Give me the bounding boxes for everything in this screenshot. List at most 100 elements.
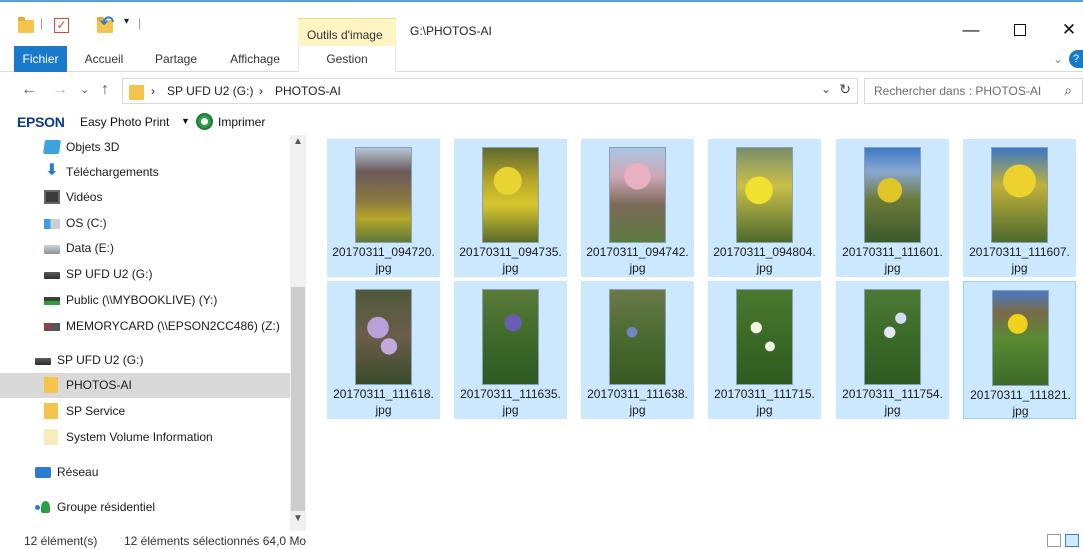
file-item[interactable]: 20170311_094720. jpg: [327, 139, 440, 277]
file-name: 20170311_094804. jpg: [713, 245, 816, 275]
folder-icon: [44, 377, 58, 393]
nav-item-label: Public (\\MYBOOKLIVE) (Y:): [66, 293, 218, 307]
nav-item-os-c[interactable]: OS (C:): [0, 211, 290, 236]
file-name: 20170311_111618. jpg: [333, 387, 434, 417]
nav-item-label: Objets 3D: [66, 140, 120, 154]
file-item[interactable]: 20170311_111715. jpg: [708, 281, 821, 419]
nav-item-sp-ufd-g[interactable]: SP UFD U2 (G:): [0, 262, 290, 287]
minimize-button[interactable]: —: [956, 20, 986, 40]
folder-icon: [44, 429, 58, 445]
3d-objects-icon: [43, 140, 61, 154]
nav-item-label: Data (E:): [66, 241, 115, 255]
file-item[interactable]: 20170311_094742. jpg: [581, 139, 694, 277]
details-view-icon[interactable]: [1047, 534, 1061, 547]
undo-icon[interactable]: ↶: [100, 13, 114, 32]
file-item[interactable]: 20170311_111754. jpg: [836, 281, 949, 419]
nav-item-photos-ai[interactable]: PHOTOS-AI: [0, 373, 290, 398]
maximize-button[interactable]: [1014, 24, 1026, 36]
quick-access-dropdown[interactable]: ▾: [124, 16, 129, 34]
recent-locations-dropdown[interactable]: ⌄: [80, 83, 89, 96]
ribbon-tabs: Fichier Accueil Partage Affichage Gestio…: [0, 46, 1083, 72]
nav-item-memorycard-z[interactable]: MEMORYCARD (\\EPSON2CC486) (Z:): [0, 314, 290, 339]
file-item[interactable]: 20170311_111638. jpg: [581, 281, 694, 419]
breadcrumb-separator[interactable]: ›: [259, 84, 263, 98]
epson-app-selector[interactable]: Easy Photo Print: [80, 115, 169, 129]
search-icon[interactable]: ⌕: [1064, 82, 1072, 99]
file-item[interactable]: 20170311_111821. jpg: [963, 281, 1076, 419]
nav-item-label: SP UFD U2 (G:): [66, 267, 153, 281]
refresh-icon[interactable]: ↻: [839, 81, 851, 98]
file-item[interactable]: 20170311_111618. jpg: [327, 281, 440, 419]
breadcrumb-separator[interactable]: ›: [151, 84, 155, 98]
up-button[interactable]: ↑: [101, 81, 109, 99]
file-item[interactable]: 20170311_094735. jpg: [454, 139, 567, 277]
nav-item-3d-objects[interactable]: Objets 3D: [0, 135, 290, 160]
file-name: 20170311_111754. jpg: [842, 387, 943, 417]
nav-item-data-e[interactable]: Data (E:): [0, 236, 290, 261]
search-input[interactable]: Rechercher dans : PHOTOS-AI ⌕: [864, 78, 1083, 104]
address-bar[interactable]: › SP UFD U2 (G:) › PHOTOS-AI ⌄ ↻: [122, 78, 858, 104]
file-name: 20170311_111715. jpg: [714, 387, 815, 417]
large-icons-view-icon[interactable]: [1065, 534, 1079, 547]
nav-item-label: Groupe résidentiel: [57, 500, 156, 514]
close-button[interactable]: ✕: [1054, 20, 1083, 40]
picture-tools-label: Outils d'image: [307, 28, 383, 42]
tab-partage[interactable]: Partage: [148, 46, 204, 72]
selection-info: 12 éléments sélectionnés 64,0 Mo: [124, 534, 307, 548]
search-placeholder: Rechercher dans : PHOTOS-AI: [874, 84, 1042, 98]
file-item[interactable]: 20170311_094804. jpg: [708, 139, 821, 277]
nav-item-groupe-residentiel[interactable]: Groupe résidentiel: [0, 495, 290, 520]
breadcrumb-drive[interactable]: SP UFD U2 (G:): [167, 84, 253, 98]
nav-item-videos[interactable]: Vidéos: [0, 185, 290, 210]
file-name: 20170311_111601. jpg: [842, 245, 943, 275]
tab-fichier[interactable]: Fichier: [14, 46, 67, 72]
usb-drive-icon: [44, 272, 60, 279]
nav-item-label: PHOTOS-AI: [66, 378, 132, 392]
window-title: G:\PHOTOS-AI: [410, 24, 492, 38]
nav-item-system-volume-information[interactable]: System Volume Information: [0, 425, 290, 450]
file-name: 20170311_111821. jpg: [970, 388, 1071, 418]
status-bar: 12 élément(s) 12 éléments sélectionnés 6…: [0, 531, 1083, 549]
tab-accueil[interactable]: Accueil: [78, 46, 130, 72]
photo-thumbnail: [355, 289, 412, 385]
nav-item-label: System Volume Information: [66, 430, 213, 444]
photo-thumbnail: [482, 289, 539, 385]
print-icon[interactable]: [196, 113, 213, 130]
nav-item-downloads[interactable]: ⬇ Téléchargements: [0, 160, 290, 185]
file-item[interactable]: 20170311_111635. jpg: [454, 281, 567, 419]
nav-item-public-y[interactable]: Public (\\MYBOOKLIVE) (Y:): [0, 288, 290, 313]
tab-affichage[interactable]: Affichage: [222, 46, 288, 72]
network-drive-icon: [44, 297, 60, 305]
tab-gestion[interactable]: Gestion: [298, 46, 396, 72]
back-button[interactable]: ←: [21, 81, 37, 99]
photo-thumbnail: [355, 147, 412, 243]
breadcrumb-folder[interactable]: PHOTOS-AI: [275, 84, 341, 98]
photo-thumbnail: [609, 147, 666, 243]
chevron-down-icon[interactable]: ▼: [181, 116, 190, 126]
scroll-up-icon[interactable]: ▲: [290, 136, 306, 150]
file-item[interactable]: 20170311_111601. jpg: [836, 139, 949, 277]
nav-item-sp-ufd-g-root[interactable]: SP UFD U2 (G:): [0, 348, 290, 373]
folder-icon: [129, 85, 144, 100]
forward-button[interactable]: →: [52, 81, 68, 99]
properties-icon[interactable]: ✓: [54, 18, 69, 33]
file-item[interactable]: 20170311_111607. jpg: [963, 139, 1076, 277]
help-icon[interactable]: ?: [1069, 50, 1083, 68]
address-dropdown[interactable]: ⌄: [821, 82, 831, 96]
navigation-pane: Objets 3D ⬇ Téléchargements Vidéos OS (C…: [0, 135, 306, 531]
photo-thumbnail: [864, 147, 921, 243]
photo-thumbnail: [736, 147, 793, 243]
file-name: 20170311_111607. jpg: [969, 245, 1070, 275]
network-icon: [35, 467, 51, 478]
nav-item-label: OS (C:): [66, 216, 107, 230]
print-button[interactable]: Imprimer: [218, 115, 265, 129]
nav-item-label: SP UFD U2 (G:): [57, 353, 144, 367]
scroll-down-icon[interactable]: ▼: [290, 513, 306, 527]
folder-icon: [18, 17, 34, 33]
nav-item-reseau[interactable]: Réseau: [0, 460, 290, 485]
epson-logo: EPSON: [17, 114, 65, 130]
ribbon-collapse-icon[interactable]: ⌄: [1050, 46, 1066, 72]
scrollbar-thumb[interactable]: [291, 287, 305, 511]
nav-item-sp-service[interactable]: SP Service: [0, 399, 290, 424]
videos-icon: [44, 190, 60, 204]
